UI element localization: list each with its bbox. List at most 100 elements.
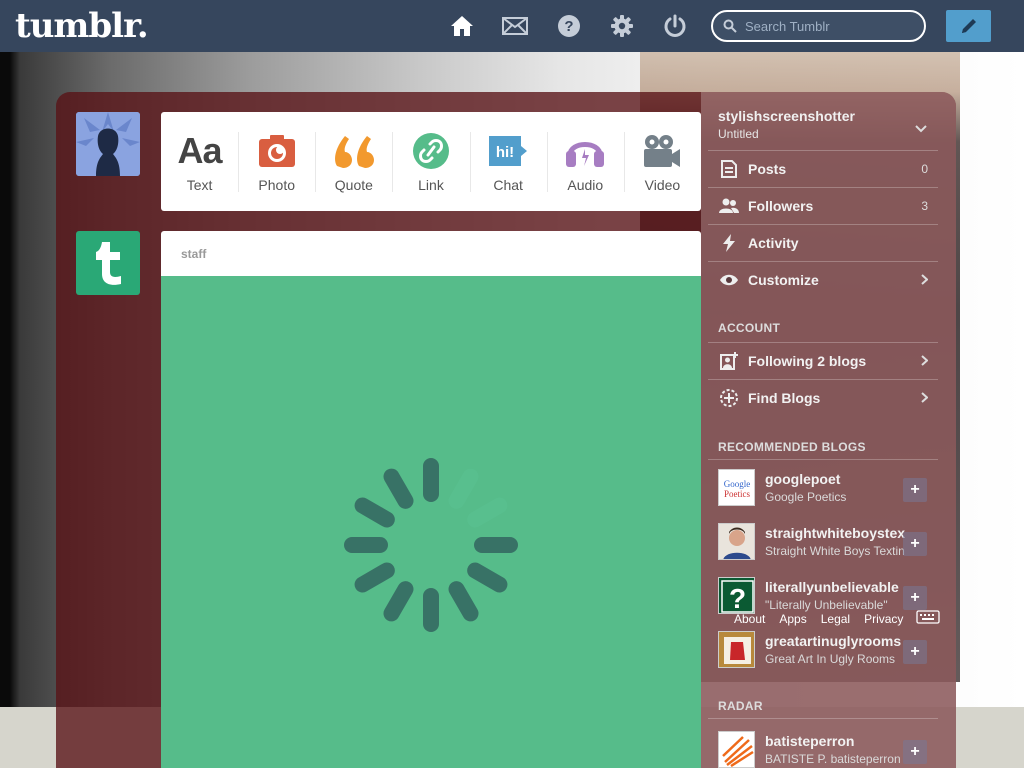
help-icon[interactable]: ? (556, 13, 582, 39)
follow-button[interactable]: + (903, 586, 927, 610)
camera-icon (258, 131, 296, 171)
blog-avatar: Google Poetics (718, 469, 755, 506)
blog-avatar (718, 523, 755, 560)
blog-name[interactable]: literallyunbelievable (765, 579, 905, 595)
home-icon[interactable] (449, 13, 475, 39)
recommended-blog-googlepoet[interactable]: Google Poetics googlepoet Google Poetics … (708, 469, 938, 523)
blog-name[interactable]: greatartinuglyrooms (765, 633, 905, 649)
footer-link-apps[interactable]: Apps (779, 612, 806, 626)
spinner-segment (423, 588, 439, 632)
recommended-blogs-heading: RECOMMENDED BLOGS (718, 440, 866, 454)
radar-blog-batisteperron[interactable]: batisteperron BATISTE P. batisteperron + (708, 731, 938, 768)
follow-button[interactable]: + (903, 532, 927, 556)
post-type-label: Text (186, 176, 213, 193)
svg-text:?: ? (729, 583, 746, 614)
chevron-down-icon[interactable] (915, 120, 927, 138)
dashboard-post: staff (161, 231, 701, 768)
spinner-segment (448, 581, 479, 622)
keyboard-shortcuts-icon[interactable] (916, 610, 940, 629)
svg-text:Google: Google (724, 479, 751, 489)
post-type-link-button[interactable]: Link (392, 112, 469, 211)
blog-description: Google Poetics (765, 490, 847, 504)
post-content (161, 276, 701, 768)
search-box (711, 10, 926, 42)
sidebar-item-label: Customize (748, 272, 819, 288)
power-icon[interactable] (662, 13, 688, 39)
spinner-segment (354, 562, 395, 593)
post-type-label: Chat (493, 176, 523, 193)
post-type-photo-button[interactable]: Photo (238, 112, 315, 211)
link-icon (412, 131, 449, 171)
search-icon (723, 19, 737, 33)
search-input[interactable] (745, 18, 915, 34)
blog-subtitle: Untitled (718, 127, 759, 141)
eye-icon (718, 274, 740, 286)
sidebar-item-find-blogs[interactable]: Find Blogs (708, 379, 938, 416)
followers-count: 3 (921, 199, 928, 213)
staff-avatar[interactable] (76, 231, 140, 295)
post-type-chat-button[interactable]: hi! Chat (469, 112, 547, 211)
account-menu: Following 2 blogs Find Blogs (708, 342, 938, 416)
loading-spinner-icon (344, 458, 518, 632)
post-type-bar: Aa Text Photo Quote Link hi! Chat Audio (161, 112, 701, 211)
post-type-label: Link (418, 176, 444, 193)
sidebar-item-label: Following 2 blogs (748, 353, 867, 369)
sidebar-item-activity[interactable]: Activity (708, 224, 938, 261)
blog-avatar: ? (718, 577, 755, 614)
sidebar-item-followers[interactable]: Followers 3 (708, 187, 938, 224)
post-author[interactable]: staff (161, 231, 701, 276)
post-type-text-button[interactable]: Aa Text (161, 112, 238, 211)
sidebar-item-label: Find Blogs (748, 390, 821, 406)
post-type-video-button[interactable]: Video (623, 112, 701, 211)
compass-icon (718, 388, 740, 408)
follow-button[interactable]: + (903, 478, 927, 502)
sidebar-item-label: Activity (748, 235, 799, 251)
blog-name[interactable]: googlepoet (765, 471, 905, 487)
footer-link-about[interactable]: About (734, 612, 765, 626)
blog-description: Straight White Boys Texting (765, 544, 905, 558)
sidebar-item-customize[interactable]: Customize (708, 261, 938, 298)
blog-name[interactable]: stylishscreenshotter (718, 108, 948, 124)
post-type-label: Audio (567, 176, 604, 193)
blog-name[interactable]: batisteperron (765, 733, 905, 749)
sidebar-item-following[interactable]: Following 2 blogs (708, 342, 938, 379)
followers-icon (718, 198, 740, 214)
follow-button[interactable]: + (903, 740, 927, 764)
posts-icon (718, 160, 740, 178)
account-heading: ACCOUNT (718, 321, 781, 335)
footer-link-privacy[interactable]: Privacy (864, 612, 903, 626)
follow-button[interactable]: + (903, 640, 927, 664)
tumblr-logo[interactable]: tumblr. (15, 6, 149, 46)
mail-icon[interactable] (502, 13, 528, 39)
post-type-label: Quote (334, 176, 373, 193)
post-type-quote-button[interactable]: Quote (315, 112, 392, 211)
blog-avatar (718, 631, 755, 668)
post-type-label: Video (644, 176, 681, 193)
sidebar-item-posts[interactable]: Posts 0 (708, 150, 938, 187)
divider (708, 459, 938, 460)
blog-description: Great Art In Ugly Rooms (765, 652, 896, 666)
recommended-blog-greatartinuglyrooms[interactable]: greatartinuglyrooms Great Art In Ugly Ro… (708, 631, 938, 685)
sidebar-item-label: Followers (748, 198, 814, 214)
recommended-blog-straightwhiteboystexting[interactable]: straightwhiteboystexting Straight White … (708, 523, 938, 577)
spinner-segment (467, 497, 508, 528)
post-type-audio-button[interactable]: Audio (546, 112, 624, 211)
pencil-icon (961, 19, 976, 33)
compose-button[interactable] (946, 10, 991, 42)
spinner-segment (354, 497, 395, 528)
spinner-segment (344, 537, 388, 553)
footer-links: About Apps Legal Privacy (734, 612, 903, 626)
user-avatar[interactable] (76, 112, 140, 176)
headphones-icon (565, 131, 605, 171)
lightning-icon (718, 234, 740, 252)
blog-description: BATISTE P. batisteperron (765, 752, 901, 766)
footer-link-legal[interactable]: Legal (821, 612, 850, 626)
blog-avatar (718, 731, 755, 768)
gear-icon[interactable] (609, 13, 635, 39)
svg-text:hi!: hi! (496, 144, 514, 161)
blog-name[interactable]: straightwhiteboystexting (765, 525, 905, 541)
spinner-segment (423, 458, 439, 502)
blog-description: "Literally Unbelievable" (765, 598, 888, 612)
post-type-label: Photo (258, 176, 295, 193)
spinner-segment (383, 468, 414, 509)
